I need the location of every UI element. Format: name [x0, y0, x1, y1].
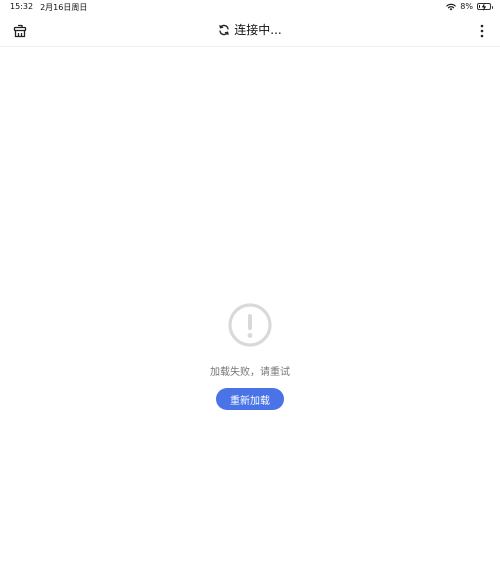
app-screen: 15:32 2月16日周日 8% 连接中... 加载失败，请重试 重新加载	[0, 0, 500, 576]
charging-bolt-icon	[481, 3, 487, 11]
status-right: 8%	[446, 2, 493, 11]
status-left: 15:32 2月16日周日	[10, 2, 87, 13]
more-options-button[interactable]	[474, 21, 490, 41]
reload-button[interactable]: 重新加载	[216, 388, 284, 410]
battery-percent: 8%	[460, 2, 473, 11]
wifi-icon	[446, 3, 457, 11]
status-bar: 15:32 2月16日周日 8%	[0, 0, 500, 14]
exclamation-circle-icon	[227, 302, 273, 348]
error-message: 加载失败，请重试	[210, 367, 290, 378]
top-bar: 连接中...	[0, 14, 500, 47]
page-title: 连接中...	[234, 23, 282, 37]
refresh-icon	[219, 24, 229, 35]
error-state: 加载失败，请重试 重新加载	[0, 302, 500, 410]
battery-charging-icon	[477, 3, 493, 11]
status-date: 2月16日周日	[40, 3, 88, 12]
more-vertical-icon	[480, 24, 484, 38]
battery-level-fill	[479, 5, 480, 8]
status-time: 15:32	[10, 2, 34, 11]
page-title-group: 连接中...	[0, 21, 500, 38]
